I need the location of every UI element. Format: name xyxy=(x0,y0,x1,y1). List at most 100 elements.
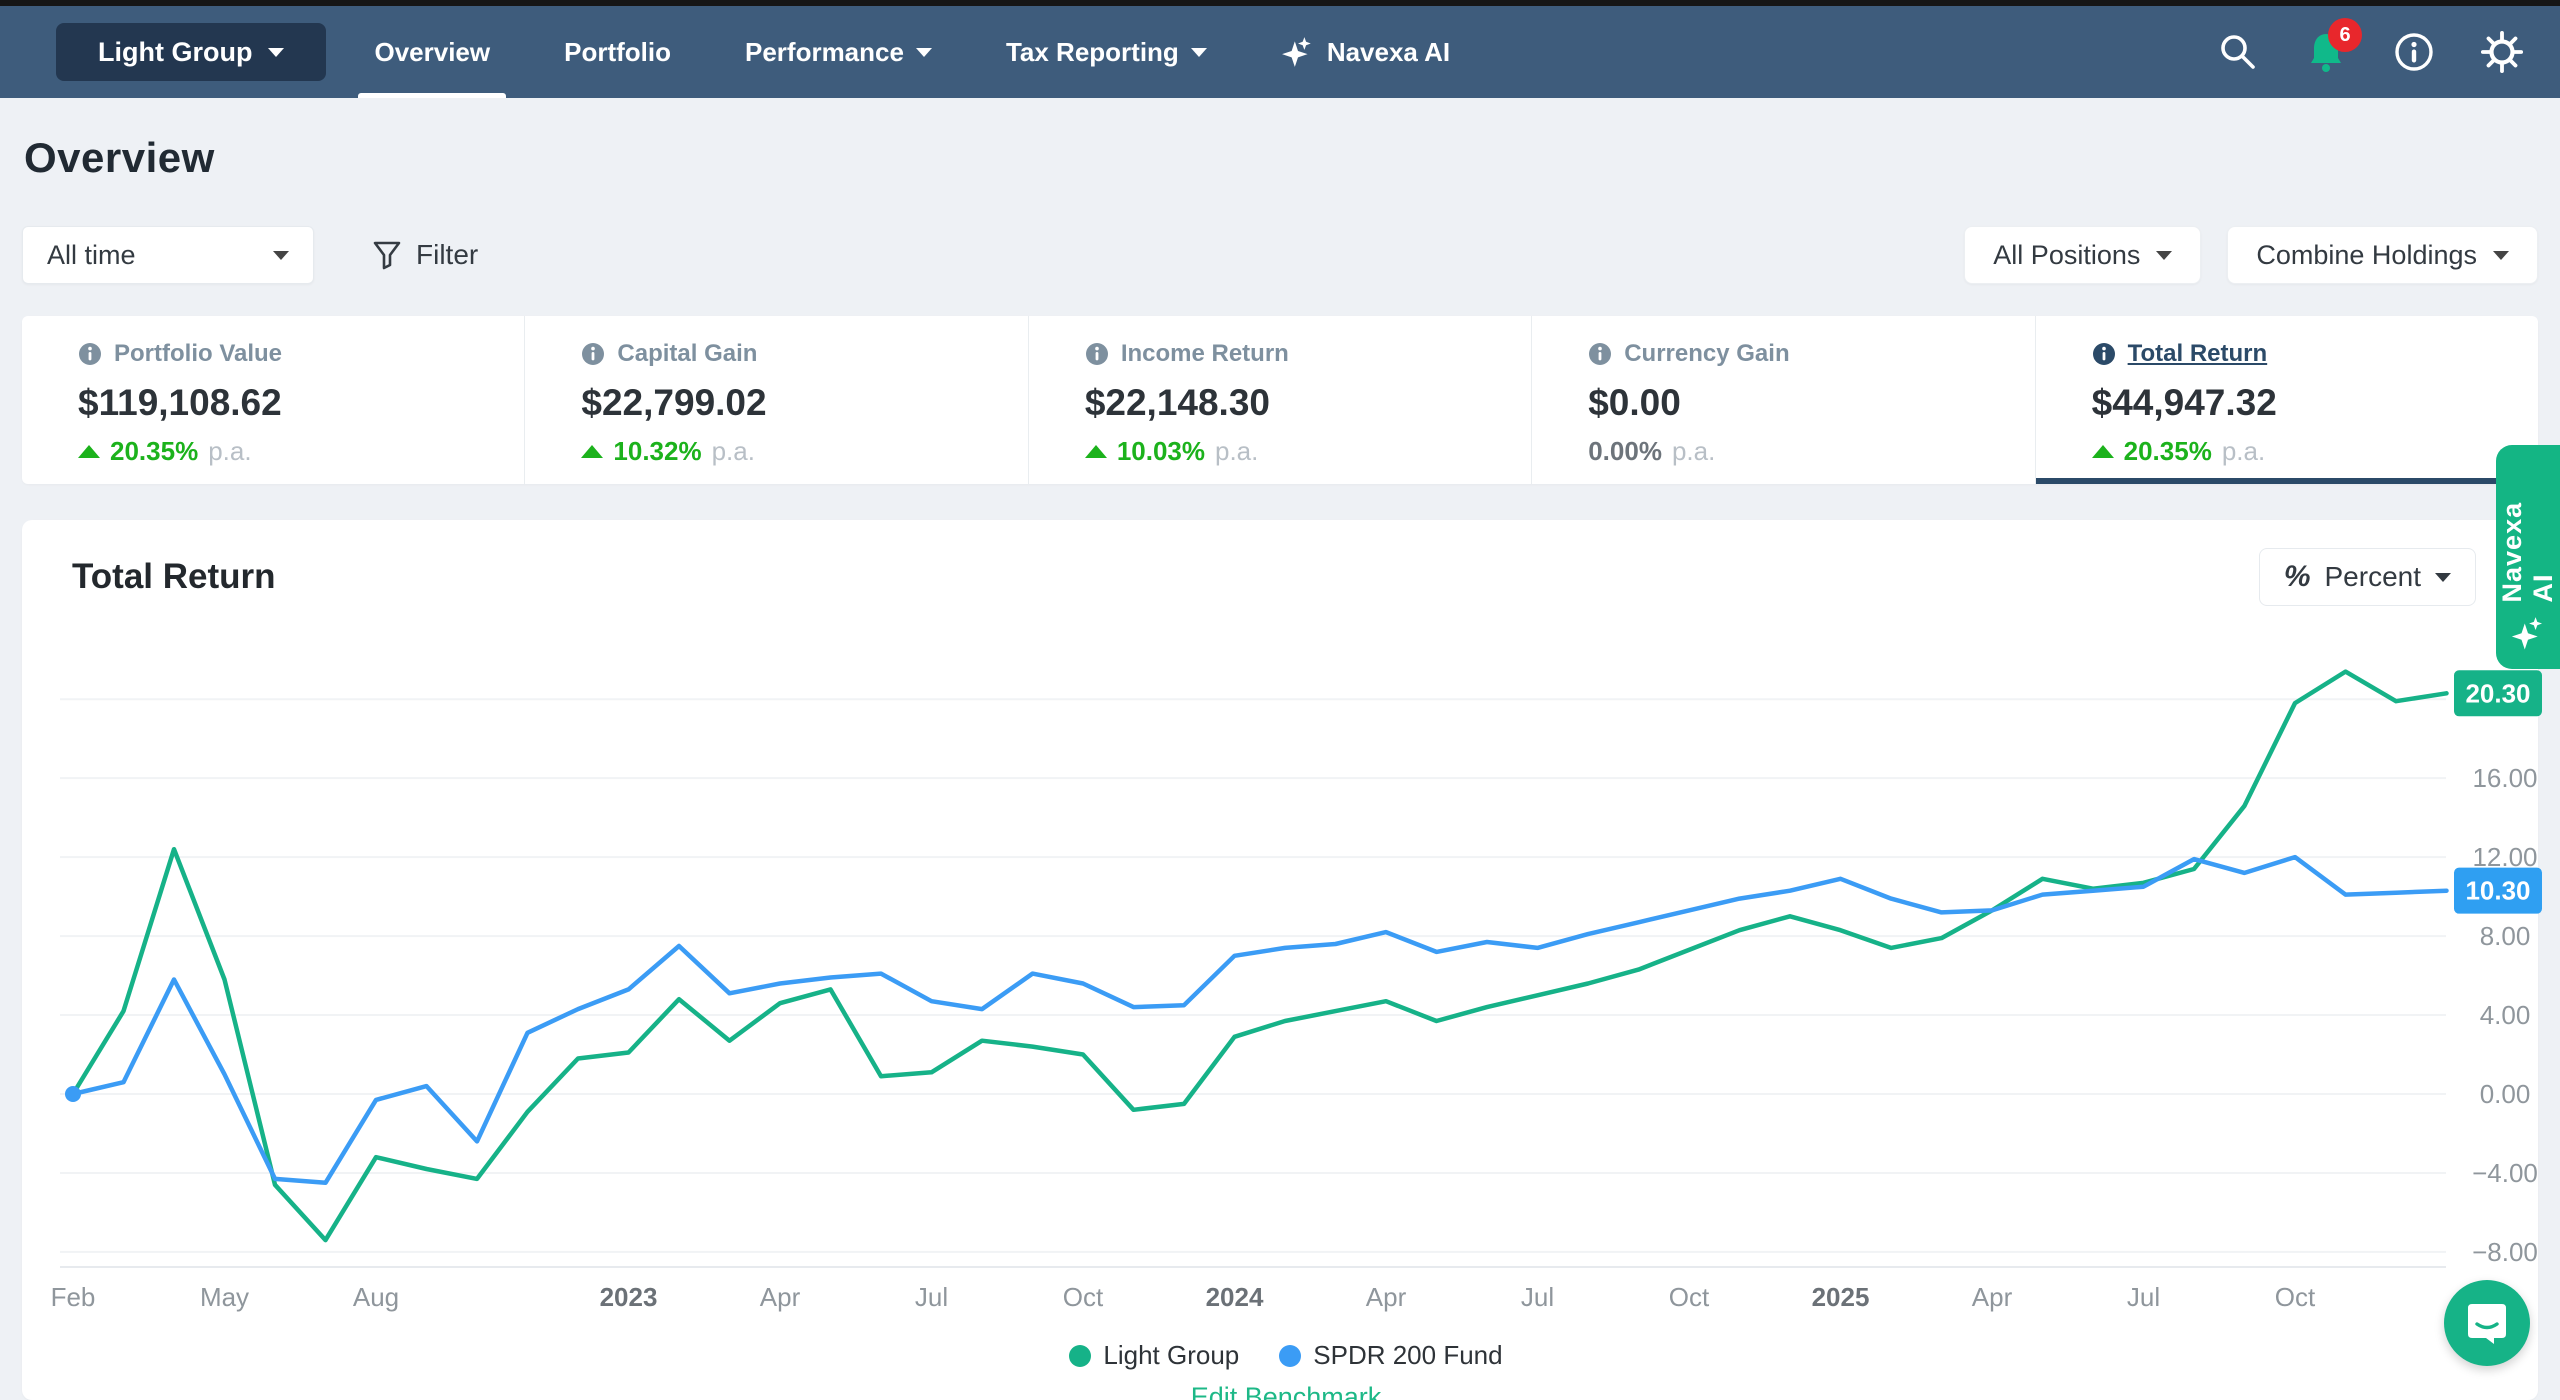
nav-item-label: Overview xyxy=(374,37,490,68)
stat-card-income-return[interactable]: Income Return $22,148.30 10.03% p.a. xyxy=(1028,316,1531,484)
sparkles-icon xyxy=(2510,616,2546,651)
stat-label: Income Return xyxy=(1121,340,1289,368)
stat-value: $119,108.62 xyxy=(78,382,504,424)
positions-value: All Positions xyxy=(1993,240,2140,271)
nav-item-label: Tax Reporting xyxy=(1006,37,1179,68)
stat-delta: 20.35% p.a. xyxy=(2092,436,2518,467)
svg-text:16.00: 16.00 xyxy=(2472,763,2537,793)
funnel-icon xyxy=(372,240,402,270)
legend-item-spdr-200-fund[interactable]: SPDR 200 Fund xyxy=(1279,1340,1502,1371)
total-return-line-chart[interactable]: 16.0012.008.004.000.00−4.00−8.00FebMayAu… xyxy=(22,520,2550,1336)
svg-text:Oct: Oct xyxy=(2275,1282,2316,1312)
filter-row-right: All Positions Combine Holdings xyxy=(1964,226,2538,284)
svg-text:20.30: 20.30 xyxy=(2465,678,2530,708)
svg-text:Jul: Jul xyxy=(915,1282,948,1312)
svg-text:May: May xyxy=(200,1282,249,1312)
stat-delta: 10.32% p.a. xyxy=(581,436,1007,467)
stat-card-capital-gain[interactable]: Capital Gain $22,799.02 10.32% p.a. xyxy=(524,316,1027,484)
stat-label-row: Currency Gain xyxy=(1588,340,2014,368)
portfolio-selector-button[interactable]: Light Group xyxy=(56,23,326,81)
search-icon[interactable] xyxy=(2216,30,2260,74)
up-arrow-icon xyxy=(1085,445,1107,458)
date-range-value: All time xyxy=(47,240,136,271)
stat-card-portfolio-value[interactable]: Portfolio Value $119,108.62 20.35% p.a. xyxy=(22,316,524,484)
stat-delta: 20.35% p.a. xyxy=(78,436,504,467)
up-arrow-icon xyxy=(78,445,100,458)
stat-label-row: Capital Gain xyxy=(581,340,1007,368)
stat-delta-value: 20.35% xyxy=(2124,436,2212,467)
combine-holdings-dropdown-button[interactable]: Combine Holdings xyxy=(2227,226,2538,284)
legend-item-light-group[interactable]: Light Group xyxy=(1069,1340,1239,1371)
svg-text:Apr: Apr xyxy=(1972,1282,2013,1312)
filter-row: All time Filter All Positions Combine Ho… xyxy=(22,226,2538,284)
chevron-down-icon xyxy=(273,251,289,260)
info-icon xyxy=(581,342,605,366)
stat-value: $22,799.02 xyxy=(581,382,1007,424)
svg-text:Jul: Jul xyxy=(1521,1282,1554,1312)
sparkles-icon xyxy=(1281,35,1315,69)
chat-widget-button[interactable] xyxy=(2444,1280,2530,1366)
nav-item-label: Navexa AI xyxy=(1327,37,1450,68)
stat-label-row: Total Return xyxy=(2092,340,2518,368)
combine-holdings-value: Combine Holdings xyxy=(2256,240,2477,271)
stat-delta-suffix: p.a. xyxy=(2222,436,2265,467)
legend-dot-green xyxy=(1069,1345,1091,1367)
filter-label: Filter xyxy=(416,239,478,271)
chat-bubble-icon xyxy=(2464,1300,2510,1346)
page-content: Overview All time Filter All Positions C… xyxy=(0,134,2560,1400)
nav-item-navexa-ai[interactable]: Navexa AI xyxy=(1281,6,1450,98)
stat-delta-suffix: p.a. xyxy=(1672,436,1715,467)
svg-text:Apr: Apr xyxy=(1366,1282,1407,1312)
stat-delta-value: 10.32% xyxy=(613,436,701,467)
nav-item-performance[interactable]: Performance xyxy=(745,6,932,98)
stat-delta-suffix: p.a. xyxy=(712,436,755,467)
info-icon xyxy=(1085,342,1109,366)
navexa-ai-side-tab[interactable]: Navexa AI xyxy=(2496,445,2560,669)
chart-legend: Light Group SPDR 200 Fund xyxy=(22,1340,2550,1371)
stat-label-row: Portfolio Value xyxy=(78,340,504,368)
up-arrow-icon xyxy=(581,445,603,458)
svg-text:Oct: Oct xyxy=(1063,1282,1104,1312)
svg-text:Oct: Oct xyxy=(1669,1282,1710,1312)
nav-item-tax-reporting[interactable]: Tax Reporting xyxy=(1006,6,1207,98)
top-navigation-bar: Light Group Overview Portfolio Performan… xyxy=(0,6,2560,98)
stat-label: Total Return xyxy=(2128,340,2268,368)
info-icon[interactable] xyxy=(2392,30,2436,74)
notification-count-badge: 6 xyxy=(2328,18,2362,52)
svg-text:0.00: 0.00 xyxy=(2480,1079,2531,1109)
stat-delta-value: 0.00% xyxy=(1588,436,1662,467)
filter-button[interactable]: Filter xyxy=(372,239,478,271)
stat-card-currency-gain[interactable]: Currency Gain $0.00 0.00% p.a. xyxy=(1531,316,2034,484)
nav-menu: Overview Portfolio Performance Tax Repor… xyxy=(374,6,1450,98)
positions-dropdown-button[interactable]: All Positions xyxy=(1964,226,2201,284)
notifications-bell-icon[interactable]: 6 xyxy=(2304,30,2348,74)
svg-text:Aug: Aug xyxy=(353,1282,399,1312)
portfolio-selector-label: Light Group xyxy=(98,37,252,68)
stat-card-total-return[interactable]: Total Return $44,947.32 20.35% p.a. xyxy=(2035,316,2538,484)
legend-label: SPDR 200 Fund xyxy=(1313,1340,1502,1371)
settings-gear-icon[interactable] xyxy=(2480,30,2524,74)
nav-item-label: Portfolio xyxy=(564,37,671,68)
svg-text:10.30: 10.30 xyxy=(2465,876,2530,906)
svg-text:−8.00: −8.00 xyxy=(2472,1237,2538,1267)
legend-label: Light Group xyxy=(1103,1340,1239,1371)
chevron-down-icon xyxy=(1191,48,1207,57)
stat-delta-suffix: p.a. xyxy=(1215,436,1258,467)
stat-delta-value: 20.35% xyxy=(110,436,198,467)
svg-text:2024: 2024 xyxy=(1206,1282,1264,1312)
nav-item-portfolio[interactable]: Portfolio xyxy=(564,6,671,98)
stats-band: Portfolio Value $119,108.62 20.35% p.a. … xyxy=(22,316,2538,484)
nav-item-overview[interactable]: Overview xyxy=(374,6,490,98)
total-return-chart-card: Total Return % Percent 16.0012.008.004.0… xyxy=(22,520,2538,1400)
stat-label-row: Income Return xyxy=(1085,340,1511,368)
svg-text:Feb: Feb xyxy=(51,1282,96,1312)
date-range-select[interactable]: All time xyxy=(22,226,314,284)
stat-label: Currency Gain xyxy=(1624,340,1789,368)
stat-delta-suffix: p.a. xyxy=(208,436,251,467)
edit-benchmark-link[interactable]: Edit Benchmark xyxy=(22,1382,2550,1400)
info-icon xyxy=(2092,342,2116,366)
svg-text:4.00: 4.00 xyxy=(2480,1000,2531,1030)
stat-value: $22,148.30 xyxy=(1085,382,1511,424)
info-icon xyxy=(78,342,102,366)
legend-dot-blue xyxy=(1279,1345,1301,1367)
